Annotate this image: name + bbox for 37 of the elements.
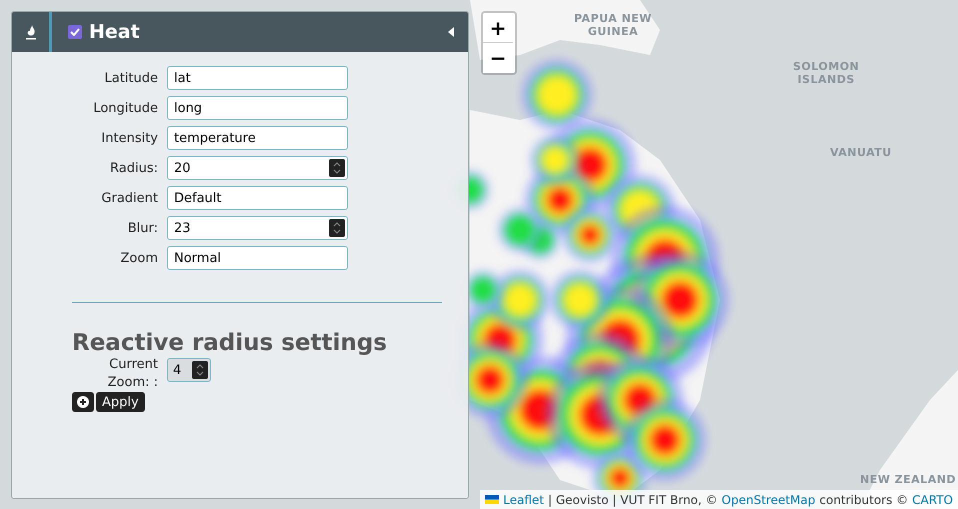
panel-title: Heat [89, 21, 141, 43]
field-label: Gradient [100, 190, 158, 206]
input-field[interactable]: lat [167, 66, 348, 90]
attribution-link[interactable]: CARTO [912, 492, 953, 506]
field-label: Longitude [92, 100, 158, 116]
check-icon [70, 28, 80, 36]
section-heading: Reactive radius settings [72, 330, 388, 356]
enable-checkbox[interactable] [68, 25, 82, 39]
flag-icon [485, 495, 500, 504]
field-label: Radius: [109, 160, 158, 176]
input-field[interactable]: long [167, 96, 348, 120]
attribution-link[interactable]: Leaflet [503, 492, 544, 506]
map-label: PAPUA NEW GUINEA [574, 12, 652, 38]
map-label: NEW ZEALAND [860, 473, 956, 486]
input-field[interactable]: temperature [167, 126, 348, 150]
field-label: Zoom [120, 250, 158, 266]
field-label: Intensity [100, 130, 158, 146]
apply-button[interactable]: Apply [96, 392, 145, 412]
attribution-text: contributors © [819, 492, 908, 506]
attribution-text: | Geovisto | VUT FIT Brno, © [548, 492, 718, 506]
field-label: Blur: [126, 220, 158, 236]
map-label: VANUATU [830, 146, 892, 159]
map-label: SOLOMON ISLANDS [793, 60, 860, 86]
heat-spot [522, 60, 592, 130]
zoom-in-button[interactable]: + [483, 13, 513, 43]
input-field[interactable]: Default [167, 186, 348, 210]
field-label: Current Zoom: : [106, 356, 158, 392]
number-field[interactable]: 4 [167, 358, 211, 382]
add-button[interactable] [72, 392, 94, 412]
collapse-icon[interactable] [448, 27, 454, 37]
attribution-link[interactable]: OpenStreetMap [722, 492, 816, 506]
field-label: Latitude [103, 70, 158, 86]
number-field[interactable]: 23 [167, 216, 348, 240]
number-field[interactable]: 20 [167, 156, 348, 180]
input-field[interactable]: Normal [167, 246, 348, 270]
plus-circle-icon [77, 396, 89, 408]
flame-icon [24, 24, 36, 40]
